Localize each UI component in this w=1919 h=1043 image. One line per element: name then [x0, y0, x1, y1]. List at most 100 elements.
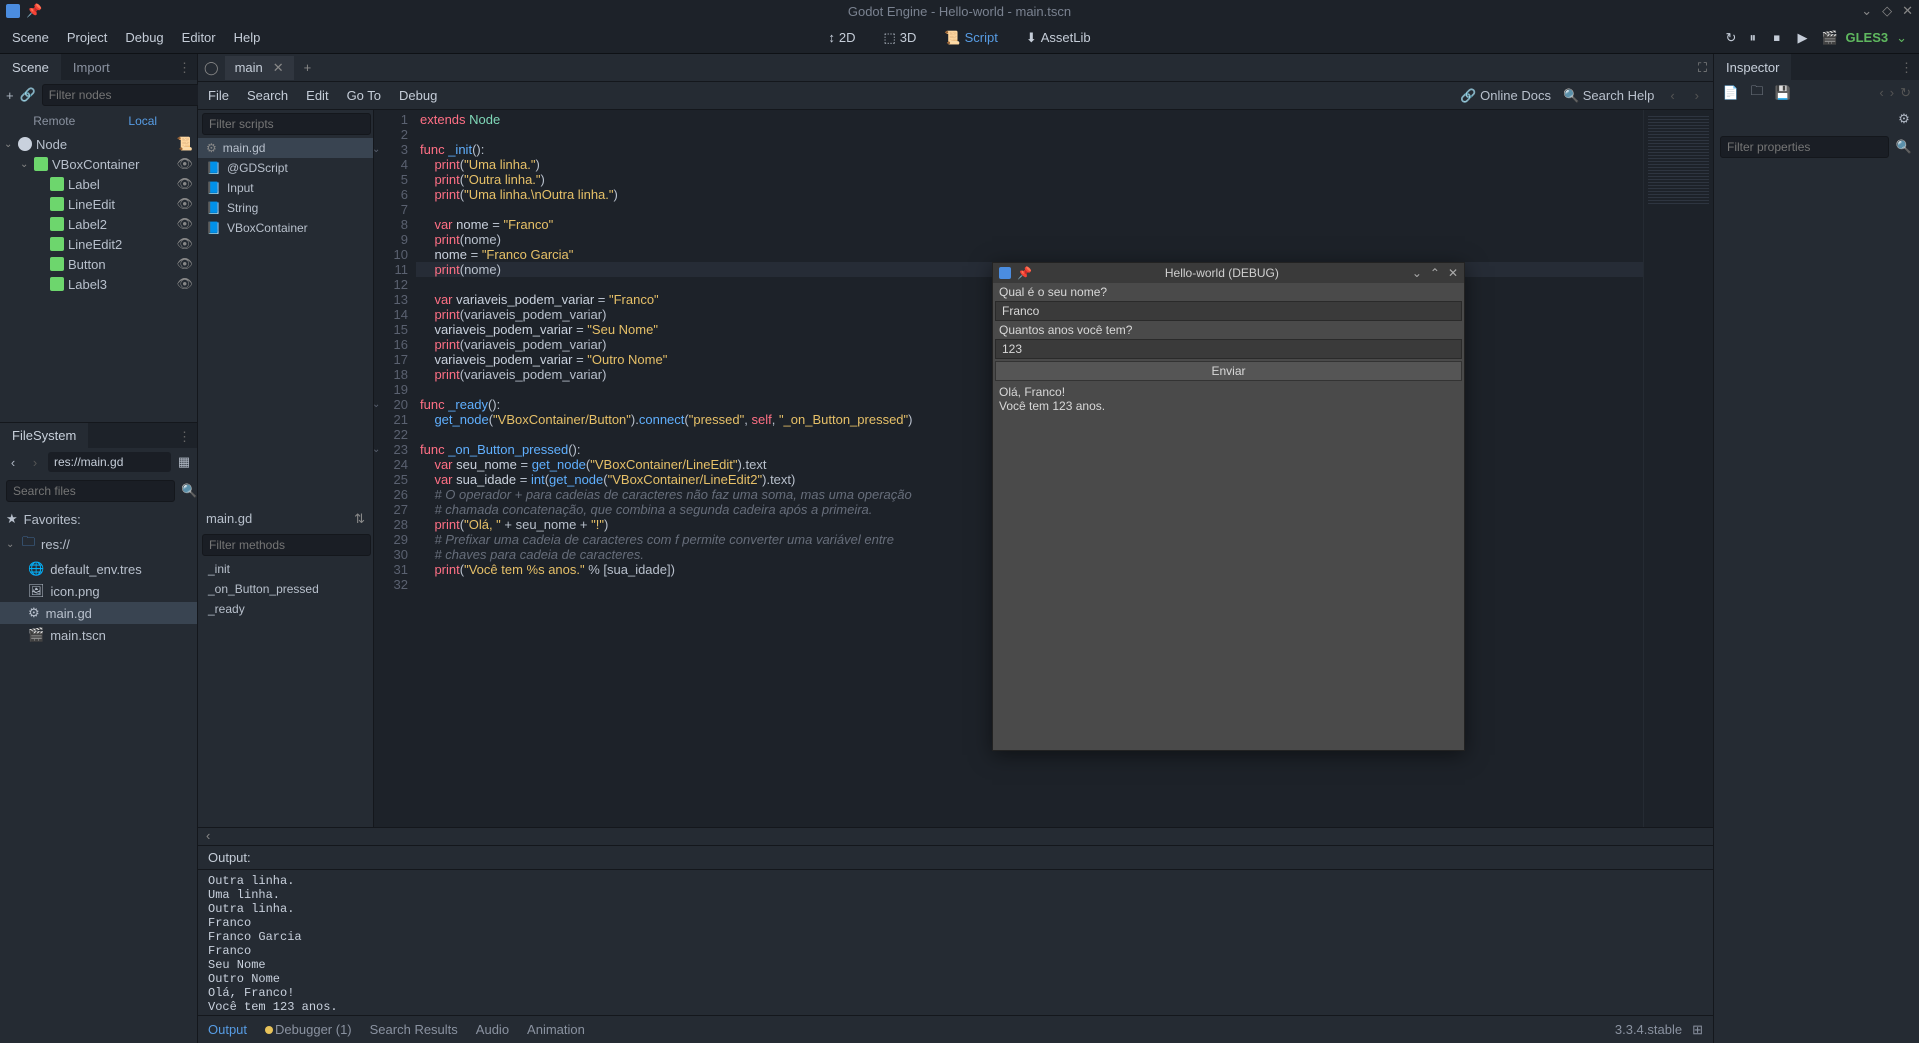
- visibility-icon[interactable]: 👁: [176, 256, 193, 272]
- maximize-icon[interactable]: ◇: [1882, 3, 1892, 19]
- link-icon[interactable]: 🔗: [20, 86, 36, 104]
- filter-nodes-input[interactable]: [42, 84, 211, 106]
- fs-file-main-tscn[interactable]: 🎬main.tscn: [0, 624, 197, 646]
- filter-properties-input[interactable]: [1720, 136, 1889, 158]
- scene-node-button[interactable]: Button👁: [0, 254, 197, 274]
- menu-editor[interactable]: Editor: [182, 30, 216, 45]
- script-item-vboxcontainer[interactable]: 📘VBoxContainer: [198, 218, 373, 238]
- minimize-icon[interactable]: ⌄: [1861, 3, 1872, 19]
- script-menu-edit[interactable]: Edit: [306, 88, 328, 103]
- filesystem-tree[interactable]: ★Favorites: ⌄🗀res:// 🌐default_env.tres🖼i…: [0, 506, 197, 1043]
- script-item-string[interactable]: 📘String: [198, 198, 373, 218]
- visibility-icon[interactable]: 👁: [176, 236, 193, 252]
- scene-node-lineedit2[interactable]: LineEdit2👁: [0, 234, 197, 254]
- renderer-dropdown-icon[interactable]: ⌄: [1896, 30, 1907, 46]
- fs-root-row[interactable]: ⌄🗀res://: [0, 530, 197, 558]
- nav-back-icon[interactable]: ‹: [1666, 88, 1678, 103]
- filter-scripts-input[interactable]: [202, 113, 371, 135]
- play-project-icon[interactable]: ▶: [1797, 30, 1813, 46]
- nav-fwd-icon[interactable]: ›: [1691, 88, 1703, 103]
- fs-search-input[interactable]: [6, 480, 175, 502]
- game-input-name[interactable]: Franco: [995, 301, 1462, 321]
- visibility-icon[interactable]: 👁: [176, 156, 193, 172]
- bottom-tab-debugger[interactable]: Debugger (1): [265, 1022, 352, 1037]
- history-fwd-icon[interactable]: ›: [1890, 85, 1894, 101]
- renderer-label[interactable]: GLES3: [1845, 30, 1888, 45]
- subtab-local[interactable]: Local: [99, 112, 188, 130]
- script-tab-main[interactable]: main ✕: [225, 56, 294, 80]
- menu-debug[interactable]: Debug: [125, 30, 163, 45]
- workspace-3d[interactable]: ⬚ 3D: [876, 26, 925, 50]
- pause-icon[interactable]: ⏸: [1749, 30, 1765, 46]
- subtab-remote[interactable]: Remote: [10, 112, 99, 130]
- distraction-free-icon[interactable]: ⛶: [1698, 60, 1707, 76]
- pin-icon[interactable]: 📌: [26, 3, 42, 19]
- layout-icon[interactable]: ⊞: [1692, 1022, 1703, 1038]
- visibility-icon[interactable]: 👁: [176, 216, 193, 232]
- method--init[interactable]: _init: [198, 559, 373, 579]
- script-item-maingd[interactable]: ⚙main.gd: [198, 138, 373, 158]
- add-node-icon[interactable]: +: [6, 86, 14, 104]
- visibility-icon[interactable]: 👁: [176, 196, 193, 212]
- new-tab-icon[interactable]: +: [304, 60, 312, 75]
- fs-file-icon-png[interactable]: 🖼icon.png: [0, 580, 197, 602]
- game-debug-window[interactable]: 📌 Hello-world (DEBUG) ⌄ ⌃ ✕ Qual é o seu…: [992, 262, 1465, 751]
- history-back-icon[interactable]: ‹: [1879, 85, 1883, 101]
- minimap[interactable]: [1643, 110, 1713, 827]
- script-item-gdscript[interactable]: 📘@GDScript: [198, 158, 373, 178]
- fs-file-default_env-tres[interactable]: 🌐default_env.tres: [0, 558, 197, 580]
- nav-fwd-icon[interactable]: ›: [26, 453, 44, 471]
- game-input-age[interactable]: 123: [995, 339, 1462, 359]
- tab-scene[interactable]: Scene: [0, 54, 61, 80]
- close-icon[interactable]: ✕: [1448, 266, 1458, 280]
- scene-node-vboxcontainer[interactable]: ⌄VBoxContainer👁: [0, 154, 197, 174]
- history-menu-icon[interactable]: ↻: [1900, 85, 1911, 101]
- scene-node-label[interactable]: Label👁: [0, 174, 197, 194]
- scene-node-label3[interactable]: Label3👁: [0, 274, 197, 294]
- fs-path[interactable]: res://main.gd: [48, 452, 171, 472]
- load-resource-icon[interactable]: 🗀: [1748, 84, 1766, 102]
- script-menu-search[interactable]: Search: [247, 88, 288, 103]
- search-icon[interactable]: 🔍: [1895, 138, 1913, 156]
- minimize-icon[interactable]: ⌄: [1412, 266, 1422, 280]
- dock-menu-icon[interactable]: ⋮: [178, 429, 191, 445]
- tab-import[interactable]: Import: [61, 54, 122, 80]
- save-resource-icon[interactable]: 💾: [1774, 84, 1792, 102]
- menu-scene[interactable]: Scene: [12, 30, 49, 45]
- stop-icon[interactable]: ⏹: [1773, 30, 1789, 46]
- new-resource-icon[interactable]: 📄: [1722, 84, 1740, 102]
- play-scene-icon[interactable]: 🎬: [1821, 30, 1837, 46]
- favorites-row[interactable]: ★Favorites:: [0, 508, 197, 530]
- tab-filesystem[interactable]: FileSystem: [0, 423, 88, 448]
- method--ready[interactable]: _ready: [198, 599, 373, 619]
- settings-icon[interactable]: ⚙: [1895, 110, 1913, 128]
- search-help-link[interactable]: 🔍 Search Help: [1563, 88, 1654, 104]
- script-attached-icon[interactable]: 📜: [177, 136, 193, 152]
- bottom-tab-search-results[interactable]: Search Results: [370, 1022, 458, 1037]
- online-docs-link[interactable]: 🔗 Online Docs: [1460, 88, 1551, 104]
- workspace-assetlib[interactable]: ⬇ AssetLib: [1018, 26, 1099, 50]
- tab-inspector[interactable]: Inspector: [1714, 54, 1791, 80]
- fs-file-main-gd[interactable]: ⚙main.gd: [0, 602, 197, 624]
- dock-menu-icon[interactable]: ⋮: [178, 60, 191, 76]
- visibility-icon[interactable]: 👁: [176, 176, 193, 192]
- close-tab-icon[interactable]: ✕: [273, 60, 284, 76]
- workspace-script[interactable]: 📜 Script: [936, 26, 1005, 50]
- bottom-tab-audio[interactable]: Audio: [476, 1022, 509, 1037]
- bottom-tab-output[interactable]: Output: [208, 1022, 247, 1037]
- breadcrumb-toggle[interactable]: ‹: [198, 827, 1713, 845]
- search-icon[interactable]: 🔍: [181, 482, 197, 500]
- method--on-Button-pressed[interactable]: _on_Button_pressed: [198, 579, 373, 599]
- visibility-icon[interactable]: 👁: [176, 276, 193, 292]
- maximize-icon[interactable]: ⌃: [1430, 266, 1440, 280]
- close-icon[interactable]: ✕: [1902, 3, 1913, 19]
- scene-node-lineedit[interactable]: LineEdit👁: [0, 194, 197, 214]
- pin-icon[interactable]: 📌: [1017, 266, 1032, 280]
- dock-menu-icon[interactable]: ⋮: [1900, 60, 1913, 76]
- menu-project[interactable]: Project: [67, 30, 107, 45]
- script-menu-go-to[interactable]: Go To: [347, 88, 381, 103]
- scene-tree[interactable]: ⌄Node📜⌄VBoxContainer👁Label👁LineEdit👁 Labe…: [0, 132, 197, 422]
- sort-icon[interactable]: ⇅: [354, 511, 365, 527]
- scene-node-node[interactable]: ⌄Node📜: [0, 134, 197, 154]
- workspace-2d[interactable]: ↕ 2D: [820, 26, 863, 49]
